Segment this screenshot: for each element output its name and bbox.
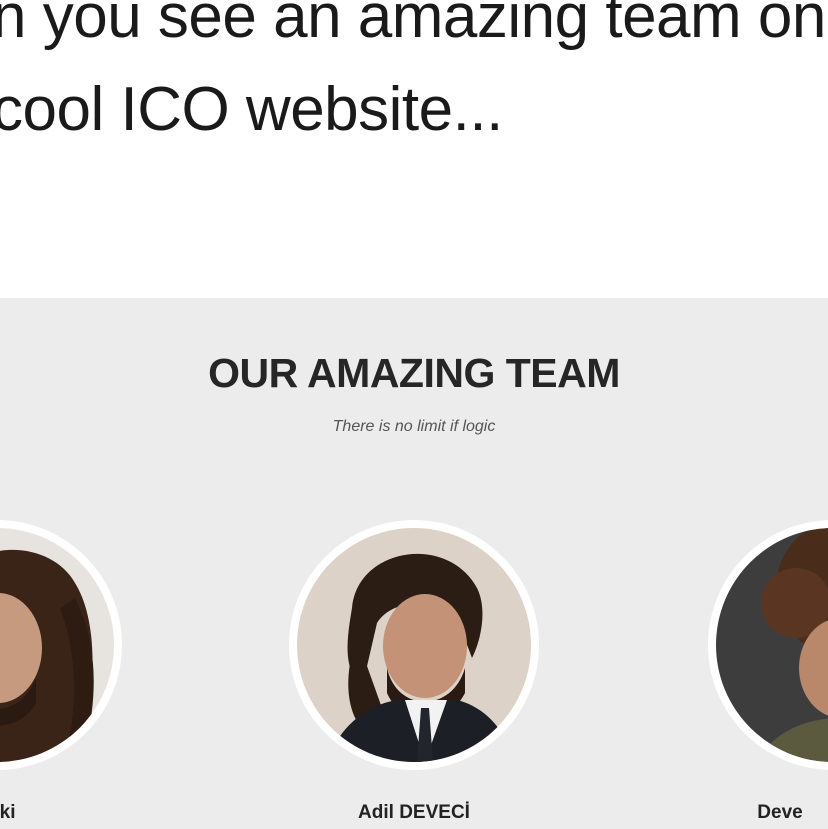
member-name: vski <box>0 802 16 823</box>
caption-line-2: cool ICO website... <box>0 75 503 144</box>
team-subtitle: There is no limit if logic <box>332 418 496 435</box>
member-name: Deve <box>757 802 803 823</box>
person-photo-left-icon <box>0 528 114 762</box>
member-avatar <box>289 520 539 770</box>
member-avatar <box>0 520 122 770</box>
caption-line-1: n you see an amazing team on t <box>0 0 828 51</box>
person-photo-right-icon <box>716 528 828 762</box>
member-name: Adil DEVECİ <box>358 802 470 823</box>
person-photo-center-icon <box>297 528 531 762</box>
team-section-screenshot: OUR AMAZING TEAM There is no limit if lo… <box>0 298 828 829</box>
meme-caption: n you see an amazing team on t cool ICO … <box>0 0 828 156</box>
member-avatar <box>708 520 828 770</box>
team-title: OUR AMAZING TEAM <box>208 350 620 396</box>
